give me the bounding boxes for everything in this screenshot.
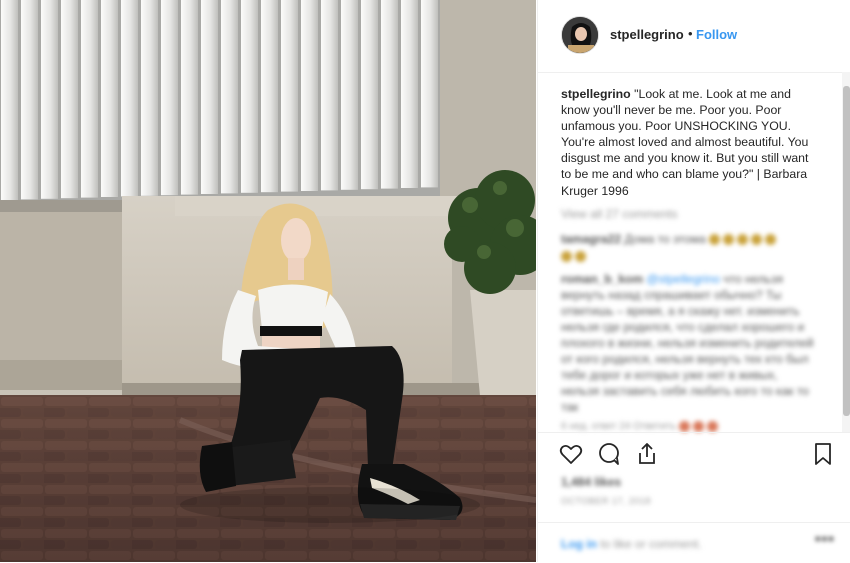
- blind-slat: [181, 0, 198, 195]
- blind-slat: [341, 0, 358, 190]
- emoji-icon: [765, 234, 777, 246]
- blind-slat: [41, 0, 58, 199]
- blind-slat: [1, 0, 18, 200]
- view-all-comments-link[interactable]: View all 27 comments: [561, 207, 678, 221]
- comment-username[interactable]: tamagra22: [561, 232, 621, 246]
- login-prompt-text: to like or comment.: [597, 537, 702, 551]
- post-photo: [0, 0, 536, 562]
- post-sidebar: stpellegrino • Follow stpellegrino "Look…: [537, 0, 850, 562]
- blind-slat: [201, 0, 218, 194]
- emoji-icon: [737, 234, 749, 246]
- comment-item: tamagra22 Дома то этома: [561, 231, 811, 265]
- comment-text: Дома то этома: [621, 232, 706, 246]
- blind-slat: [141, 0, 158, 196]
- emoji-icon: [723, 234, 735, 246]
- blind-slat: [381, 0, 398, 189]
- comments-scrollbar[interactable]: [842, 72, 850, 432]
- blind-slat: [401, 0, 418, 188]
- avatar[interactable]: [561, 16, 599, 54]
- avatar-image: [562, 17, 598, 53]
- blind-slat: [221, 0, 238, 194]
- photo-scene: [0, 0, 536, 562]
- emoji-icon: [692, 420, 704, 432]
- login-link[interactable]: Log in: [561, 537, 597, 551]
- emoji-icon: [706, 420, 718, 432]
- separator-dot: •: [688, 26, 693, 41]
- caption-username[interactable]: stpellegrino: [561, 87, 631, 101]
- blind-slat: [241, 0, 258, 193]
- emoji-icon: [575, 251, 586, 263]
- blind-slat: [281, 0, 298, 192]
- comment-item: roman_b_kom @stpellegrino что нельзя вер…: [561, 271, 816, 415]
- post-header: stpellegrino • Follow: [538, 0, 850, 73]
- blind-slat: [101, 0, 118, 197]
- comment-text: что нельзя вернуть назад спрашивает обыч…: [561, 272, 814, 414]
- blind-slat: [81, 0, 98, 198]
- blind-slat: [161, 0, 178, 196]
- blind-slat: [321, 0, 338, 191]
- more-options-icon[interactable]: •••: [815, 531, 835, 549]
- follow-button[interactable]: Follow: [696, 27, 737, 42]
- caption-text: "Look at me. Look at me and know you'll …: [561, 87, 809, 198]
- blind-slat: [61, 0, 78, 199]
- emoji-icon: [561, 251, 572, 263]
- blind-slat: [261, 0, 278, 193]
- comment-icon[interactable]: [596, 441, 622, 467]
- heart-icon[interactable]: [558, 441, 584, 467]
- comment-mention[interactable]: @stpellegrino: [643, 272, 720, 286]
- blind-slat: [21, 0, 38, 200]
- blind-slat: [361, 0, 378, 190]
- scrollbar-thumb[interactable]: [843, 86, 850, 416]
- emoji-icon: [709, 234, 721, 246]
- login-prompt: Log in to like or comment.: [561, 537, 702, 551]
- share-icon[interactable]: [634, 441, 660, 467]
- login-footer: Log in to like or comment. •••: [538, 522, 850, 563]
- emoji-icon: [751, 234, 763, 246]
- likes-count[interactable]: 1,484 likes: [561, 475, 621, 489]
- blind-slat: [121, 0, 138, 197]
- post-username[interactable]: stpellegrino: [610, 27, 684, 42]
- bookmark-icon[interactable]: [810, 441, 836, 467]
- blind-slat: [421, 0, 438, 188]
- action-bar: [538, 432, 850, 473]
- post-caption: stpellegrino "Look at me. Look at me and…: [561, 86, 811, 199]
- post-date: OCTOBER 17, 2018: [561, 496, 651, 506]
- comment-meta-text: 6 нед. ответ 24 Ответить: [561, 421, 676, 432]
- emoji-icon: [678, 420, 690, 432]
- comment-username[interactable]: roman_b_kom: [561, 272, 643, 286]
- blind-slat: [301, 0, 318, 191]
